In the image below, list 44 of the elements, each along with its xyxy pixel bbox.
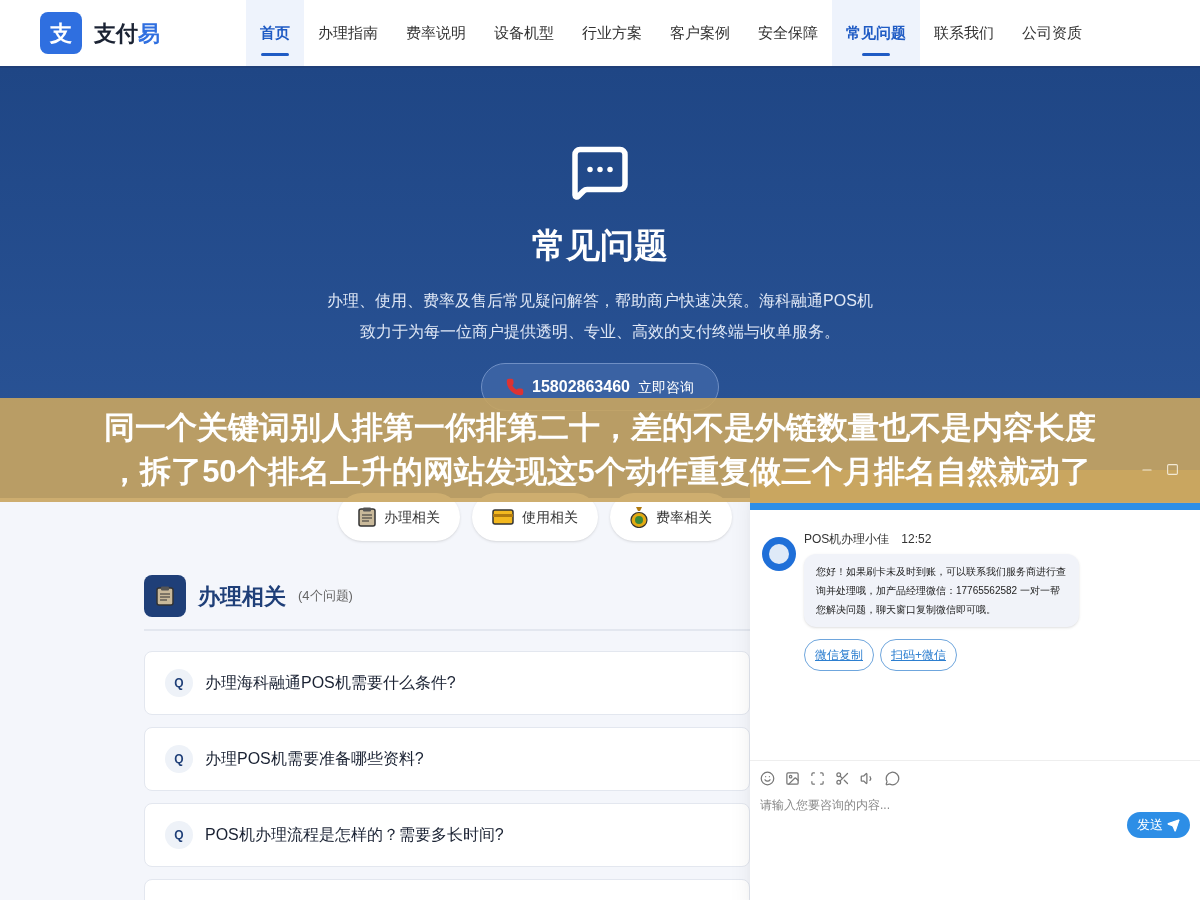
consult-label: 立即咨询 (637, 377, 694, 397)
chat-icon[interactable] (885, 771, 900, 786)
nav-tab[interactable]: 常见问题 (832, 0, 920, 66)
nav-tab[interactable]: 办理指南 (304, 0, 392, 66)
nav-tab[interactable]: 公司资质 (1008, 0, 1096, 66)
phone-number: 15802863460 (532, 377, 630, 397)
question-mark: Q (165, 669, 193, 697)
phone-icon (506, 378, 525, 396)
screenshot-icon[interactable] (810, 771, 825, 786)
clipboard-icon (156, 586, 174, 606)
nav-tab[interactable]: 客户案例 (656, 0, 744, 66)
nav-tab[interactable]: 行业方案 (568, 0, 656, 66)
nav-tab[interactable]: 设备机型 (480, 0, 568, 66)
question-text: 办理POS机需要准备哪些资料? (205, 749, 424, 769)
question-text: 办理海科融通POS机需要什么条件? (205, 673, 456, 693)
question-mark: Q (165, 745, 193, 773)
question-text: POS机办理流程是怎样的？需要多长时间? (205, 825, 504, 845)
question-count: (4个问题) (298, 587, 353, 606)
scissors-icon[interactable] (835, 771, 850, 786)
send-icon (1167, 818, 1180, 832)
hero-description: 办理、使用、费率及售后常见疑问解答，帮助商户快速决策。海科融通POS机致力于为每一位商户提供透明、专业、高效的支付终端与收单服务。 (326, 291, 874, 342)
question-mark: Q (165, 821, 193, 849)
agent-avatar (762, 537, 796, 571)
question-card[interactable]: Q POS机办理流程是怎样的？需要多长时间? (144, 803, 750, 867)
logo-mark: 支 (40, 12, 82, 54)
headline-text: ，拆了50个排名上升的网站发现这5个动作重复做三个月排名自然就动了 (109, 453, 1091, 491)
nav-tab[interactable]: 联系我们 (920, 0, 1008, 66)
message-time: 12:52 (901, 531, 932, 548)
chat-message: 您好！如果刷卡未及时到账，可以联系我们服务商进行查询并处理哦，加产品经理微信：17765562582 一对一帮您解决问题，聊天窗口复制微信即可哦。 (804, 554, 1079, 627)
hero-title: 常见问题 (532, 225, 668, 266)
emoji-icon[interactable] (760, 771, 775, 786)
image-icon[interactable] (785, 771, 800, 786)
agent-name: POS机办理小佳 (804, 531, 890, 548)
nav-tab[interactable]: 费率说明 (392, 0, 480, 66)
clipboard-icon (358, 507, 376, 527)
message-input-field[interactable]: 请输入您要咨询的内容... (760, 796, 1127, 814)
card-icon (492, 509, 514, 525)
nav-tab[interactable]: 首页 (246, 0, 304, 66)
question-card[interactable]: Q 办理POS机需要准备哪些资料? (144, 727, 750, 791)
headline-text: 同一个关键词别人排第一你排第二十，差的不是外链数量也不是内容长度 (104, 409, 1096, 447)
question-card[interactable]: Q 办理海科融通POS机需要什么条件? (144, 651, 750, 715)
section-title: 办理相关 (198, 582, 286, 611)
logo-name: 支付易 (94, 19, 160, 48)
nav-tab[interactable]: 安全保障 (744, 0, 832, 66)
